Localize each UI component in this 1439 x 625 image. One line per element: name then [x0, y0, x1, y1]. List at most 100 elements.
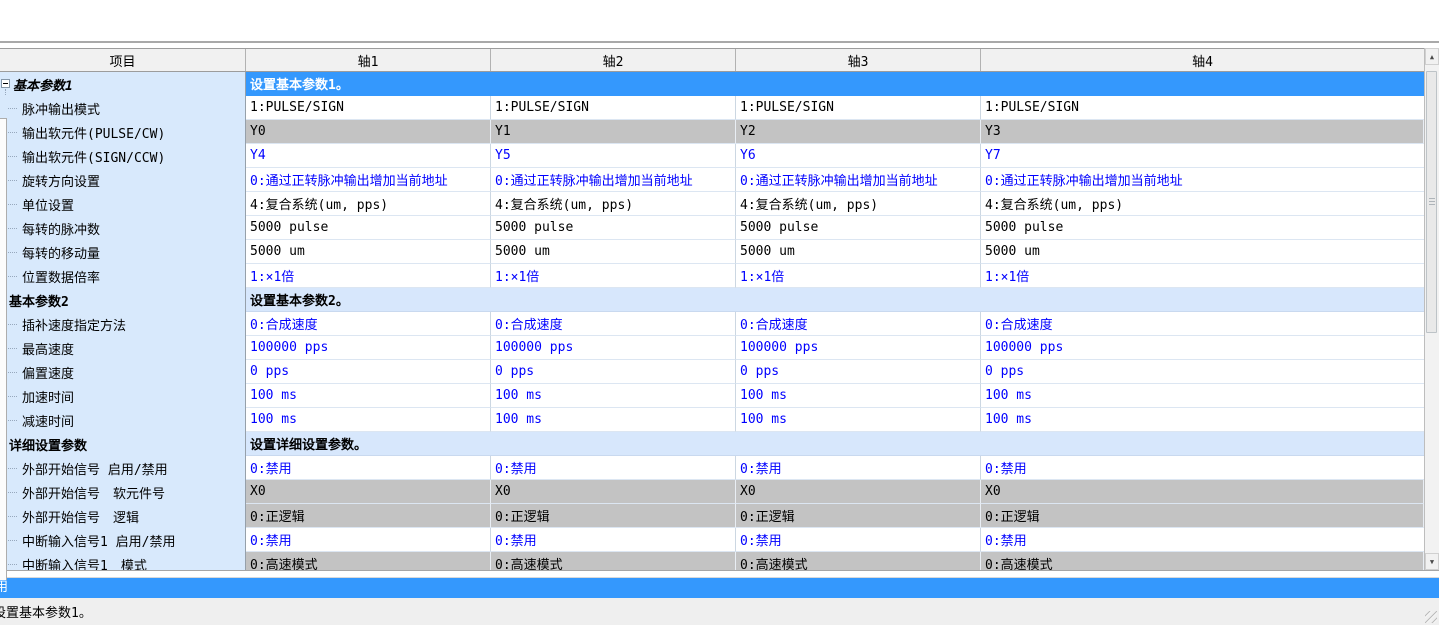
row-label[interactable]: 脉冲输出模式: [0, 96, 246, 120]
cell-axis4[interactable]: 0:禁用: [981, 528, 1424, 552]
scroll-thumb[interactable]: [1426, 71, 1437, 333]
cell-axis3[interactable]: 0:合成速度: [736, 312, 981, 336]
cell-axis4[interactable]: 5000 um: [981, 240, 1424, 264]
cell-axis3[interactable]: 0:正逻辑: [736, 504, 981, 528]
cell-axis2[interactable]: 100 ms: [491, 408, 736, 432]
cell-axis1[interactable]: 5000 pulse: [246, 216, 491, 240]
cell-axis2[interactable]: 5000 um: [491, 240, 736, 264]
cell-axis3[interactable]: 4:复合系统(um, pps): [736, 192, 981, 216]
cell-axis1[interactable]: Y4: [246, 144, 491, 168]
cell-axis1[interactable]: 5000 um: [246, 240, 491, 264]
cell-axis2[interactable]: 0:合成速度: [491, 312, 736, 336]
cell-axis1[interactable]: 0 pps: [246, 360, 491, 384]
cell-axis1[interactable]: 100000 pps: [246, 336, 491, 360]
cell-axis4[interactable]: 0:禁用: [981, 456, 1424, 480]
cell-axis1[interactable]: Y0: [246, 120, 491, 144]
cell-axis3[interactable]: Y6: [736, 144, 981, 168]
cell-axis4[interactable]: 0:正逻辑: [981, 504, 1424, 528]
cell-axis3[interactable]: 1:PULSE/SIGN: [736, 96, 981, 120]
cell-axis1[interactable]: 0:高速模式: [246, 552, 491, 570]
cell-axis2[interactable]: 0:通过正转脉冲输出增加当前地址: [491, 168, 736, 192]
cell-axis1[interactable]: 0:通过正转脉冲输出增加当前地址: [246, 168, 491, 192]
cell-axis2[interactable]: X0: [491, 480, 736, 504]
cell-axis4[interactable]: 1:×1倍: [981, 264, 1424, 288]
resize-grip-icon[interactable]: [1425, 611, 1437, 623]
cell-axis4[interactable]: 100000 pps: [981, 336, 1424, 360]
cell-axis1[interactable]: 0:禁用: [246, 528, 491, 552]
cell-axis1[interactable]: 100 ms: [246, 408, 491, 432]
cell-axis3[interactable]: 0:禁用: [736, 528, 981, 552]
cell-axis3[interactable]: 5000 pulse: [736, 216, 981, 240]
cell-axis2[interactable]: 1:PULSE/SIGN: [491, 96, 736, 120]
selected-item-bar[interactable]: 用: [0, 578, 1439, 598]
cell-axis4[interactable]: X0: [981, 480, 1424, 504]
cell-axis3[interactable]: 100 ms: [736, 384, 981, 408]
cell-axis3[interactable]: X0: [736, 480, 981, 504]
row-label[interactable]: 单位设置: [0, 192, 246, 216]
cell-axis4[interactable]: 0 pps: [981, 360, 1424, 384]
section-header-cell[interactable]: 设置基本参数2。: [246, 288, 1424, 312]
cell-axis2[interactable]: 0:禁用: [491, 528, 736, 552]
cell-axis1[interactable]: 1:PULSE/SIGN: [246, 96, 491, 120]
row-label[interactable]: 外部开始信号 软元件号: [0, 480, 246, 504]
cell-axis1[interactable]: X0: [246, 480, 491, 504]
cell-axis2[interactable]: Y1: [491, 120, 736, 144]
cell-axis2[interactable]: 100 ms: [491, 384, 736, 408]
cell-axis3[interactable]: 5000 um: [736, 240, 981, 264]
scroll-down-button[interactable]: ▼: [1425, 553, 1439, 570]
section-header-cell[interactable]: 设置详细设置参数。: [246, 432, 1424, 456]
row-label[interactable]: 基本参数1: [0, 72, 246, 96]
row-label[interactable]: 最高速度: [0, 336, 246, 360]
cell-axis1[interactable]: 0:禁用: [246, 456, 491, 480]
row-label[interactable]: 中断输入信号1 模式: [0, 552, 246, 570]
cell-axis4[interactable]: 100 ms: [981, 384, 1424, 408]
cell-axis2[interactable]: 5000 pulse: [491, 216, 736, 240]
cell-axis3[interactable]: 100000 pps: [736, 336, 981, 360]
row-label[interactable]: 输出软元件(SIGN/CCW): [0, 144, 246, 168]
row-label[interactable]: 中断输入信号1 启用/禁用: [0, 528, 246, 552]
cell-axis2[interactable]: 0 pps: [491, 360, 736, 384]
cell-axis2[interactable]: 0:禁用: [491, 456, 736, 480]
cell-axis4[interactable]: 0:合成速度: [981, 312, 1424, 336]
cell-axis1[interactable]: 4:复合系统(um, pps): [246, 192, 491, 216]
scroll-up-button[interactable]: ▲: [1425, 48, 1439, 65]
cell-axis2[interactable]: 0:高速模式: [491, 552, 736, 570]
cell-axis1[interactable]: 0:合成速度: [246, 312, 491, 336]
row-label[interactable]: 基本参数2: [0, 288, 246, 312]
row-label[interactable]: 加速时间: [0, 384, 246, 408]
tree-collapse-icon[interactable]: [1, 79, 10, 88]
cell-axis3[interactable]: 1:×1倍: [736, 264, 981, 288]
vertical-scrollbar[interactable]: ▲ ▼: [1424, 48, 1439, 570]
row-label[interactable]: 位置数据倍率: [0, 264, 246, 288]
cell-axis1[interactable]: 1:×1倍: [246, 264, 491, 288]
cell-axis3[interactable]: 100 ms: [736, 408, 981, 432]
cell-axis3[interactable]: 0 pps: [736, 360, 981, 384]
cell-axis4[interactable]: 100 ms: [981, 408, 1424, 432]
cell-axis1[interactable]: 100 ms: [246, 384, 491, 408]
cell-axis2[interactable]: 4:复合系统(um, pps): [491, 192, 736, 216]
cell-axis2[interactable]: Y5: [491, 144, 736, 168]
cell-axis4[interactable]: Y7: [981, 144, 1424, 168]
row-label[interactable]: 减速时间: [0, 408, 246, 432]
row-label[interactable]: 旋转方向设置: [0, 168, 246, 192]
row-label[interactable]: 外部开始信号 逻辑: [0, 504, 246, 528]
cell-axis3[interactable]: 0:通过正转脉冲输出增加当前地址: [736, 168, 981, 192]
cell-axis4[interactable]: 4:复合系统(um, pps): [981, 192, 1424, 216]
cell-axis3[interactable]: Y2: [736, 120, 981, 144]
cell-axis4[interactable]: 1:PULSE/SIGN: [981, 96, 1424, 120]
cell-axis3[interactable]: 0:高速模式: [736, 552, 981, 570]
cell-axis3[interactable]: 0:禁用: [736, 456, 981, 480]
row-label[interactable]: 偏置速度: [0, 360, 246, 384]
cell-axis2[interactable]: 1:×1倍: [491, 264, 736, 288]
cell-axis4[interactable]: 0:通过正转脉冲输出增加当前地址: [981, 168, 1424, 192]
cell-axis4[interactable]: Y3: [981, 120, 1424, 144]
row-label[interactable]: 外部开始信号 启用/禁用: [0, 456, 246, 480]
row-label[interactable]: 插补速度指定方法: [0, 312, 246, 336]
row-label[interactable]: 每转的移动量: [0, 240, 246, 264]
cell-axis1[interactable]: 0:正逻辑: [246, 504, 491, 528]
cell-axis4[interactable]: 5000 pulse: [981, 216, 1424, 240]
cell-axis4[interactable]: 0:高速模式: [981, 552, 1424, 570]
row-label[interactable]: 详细设置参数: [0, 432, 246, 456]
row-label[interactable]: 输出软元件(PULSE/CW): [0, 120, 246, 144]
row-label[interactable]: 每转的脉冲数: [0, 216, 246, 240]
